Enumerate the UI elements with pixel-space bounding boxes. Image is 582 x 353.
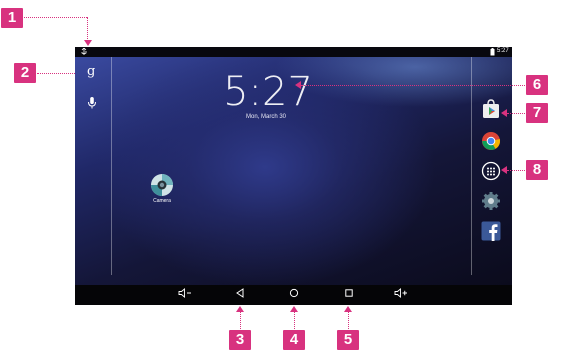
- clock-time: 5:27: [223, 69, 313, 115]
- home-icon: [289, 288, 299, 298]
- recent-apps-icon: [345, 289, 353, 297]
- play-store-icon: [483, 99, 499, 118]
- callout-8-leader: [507, 170, 525, 171]
- callout-4-leader: [294, 312, 295, 329]
- volume-up-button[interactable]: [392, 288, 410, 302]
- chrome-button[interactable]: [481, 131, 501, 151]
- chrome-icon: [482, 132, 501, 150]
- left-panel-divider: [111, 57, 112, 275]
- navigation-bar: [75, 285, 512, 305]
- callout-6: 6: [526, 75, 548, 95]
- callout-5: 5: [337, 330, 359, 350]
- callout-2: 2: [14, 63, 36, 83]
- battery-icon: [490, 48, 495, 56]
- callout-1-leader-v: [87, 17, 88, 39]
- camera-app[interactable]: Camera: [147, 173, 177, 207]
- callout-3: 3: [229, 330, 251, 350]
- facebook-button[interactable]: [481, 221, 501, 241]
- settings-button[interactable]: [481, 191, 501, 211]
- callout-1-leader: [24, 17, 87, 18]
- play-store-button[interactable]: [481, 99, 501, 119]
- usb-debug-icon: [81, 48, 87, 55]
- google-search-button[interactable]: g: [85, 64, 101, 81]
- right-panel-divider: [471, 57, 472, 275]
- volume-down-button[interactable]: [176, 288, 194, 302]
- back-icon: [236, 288, 244, 298]
- recent-apps-button[interactable]: [340, 288, 358, 302]
- microphone-icon: [88, 97, 96, 109]
- facebook-icon: [481, 221, 501, 241]
- all-apps-icon: [481, 161, 501, 181]
- settings-icon: [482, 192, 500, 210]
- status-time: 5:27: [497, 48, 509, 54]
- callout-2-leader: [37, 73, 75, 74]
- camera-icon: [151, 174, 173, 196]
- camera-label: Camera: [153, 198, 171, 204]
- status-bar[interactable]: 5:27: [75, 47, 512, 57]
- callout-3-leader: [240, 312, 241, 329]
- callout-7: 7: [526, 103, 548, 123]
- google-search-icon: g: [87, 64, 96, 79]
- voice-search-button[interactable]: [86, 96, 98, 110]
- callout-5-leader: [348, 312, 349, 329]
- home-button[interactable]: [285, 288, 303, 302]
- callout-1: 1: [1, 8, 23, 28]
- callout-6-leader: [301, 85, 525, 86]
- callout-1-arrow: [84, 40, 92, 46]
- callout-8: 8: [526, 160, 548, 180]
- volume-down-icon: [178, 288, 191, 298]
- volume-up-icon: [394, 288, 407, 298]
- clock-date: Mon, March 30: [245, 114, 287, 120]
- callout-4: 4: [283, 330, 305, 350]
- back-button[interactable]: [231, 288, 249, 302]
- callout-7-leader: [507, 113, 525, 114]
- all-apps-button[interactable]: [481, 161, 501, 181]
